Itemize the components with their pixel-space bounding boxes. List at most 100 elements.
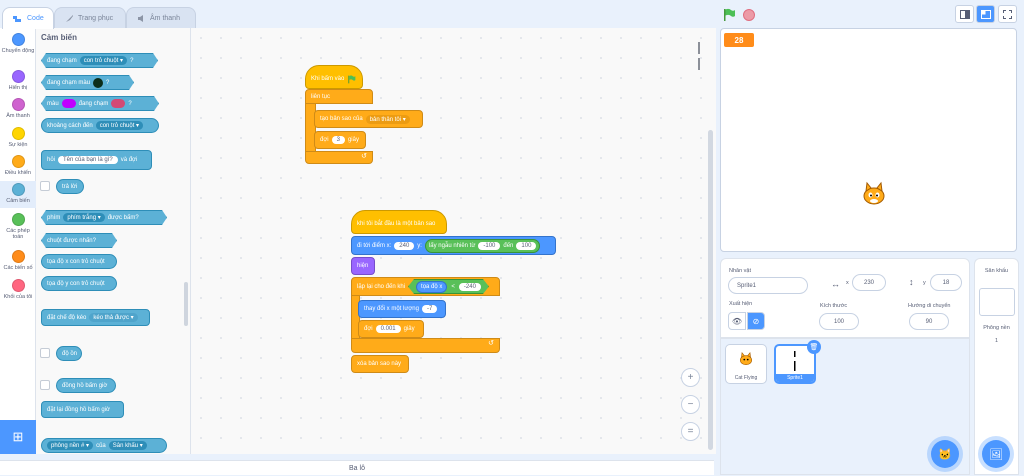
choose-sprite-button[interactable]: 🐱 <box>931 440 959 468</box>
block-touching[interactable]: đang chạm con trỏ chuột ▾ ? <box>41 53 158 68</box>
add-extension-button[interactable]: ⊞ <box>0 420 36 454</box>
color-swatch[interactable] <box>111 99 125 108</box>
drag-menu[interactable]: kéo thả được ▾ <box>89 313 138 322</box>
block-goto-xy[interactable]: đi tới điểm x: 240 y: lấy ngẫu nhiên từ … <box>351 236 556 255</box>
category-operators[interactable]: Các phép toán <box>0 213 36 240</box>
code-workspace[interactable]: Khi bấm vào liên tục tạo bản sao của bản… <box>191 28 716 454</box>
category-sound[interactable]: Âm thanh <box>0 98 36 119</box>
y-arrows-icon: ↕ <box>909 277 914 287</box>
block-ask[interactable]: hỏi Tên của bạn là gì? và đợi <box>41 150 152 170</box>
block-text: tạo bản sao của <box>320 116 363 122</box>
random-from-input[interactable]: -100 <box>478 241 501 250</box>
block-wait-2[interactable]: đợi 0.001 giây <box>358 320 424 338</box>
block-answer[interactable]: trả lời <box>56 179 84 194</box>
block-change-x[interactable]: thay đổi x một lượng -7 <box>358 300 446 318</box>
category-sound-dot <box>11 98 25 111</box>
show-sprite-button[interactable]: 👁 <box>728 312 746 330</box>
dropdown-label: phông nền # <box>51 443 85 449</box>
block-text: tọa độ y con trỏ chuột <box>47 280 105 287</box>
wait-input[interactable]: 3 <box>331 136 345 144</box>
timer-checkbox[interactable] <box>40 380 50 390</box>
palette-scrollbar[interactable] <box>184 282 188 326</box>
color-swatch[interactable] <box>93 78 103 88</box>
category-sensing[interactable]: Cảm biến <box>0 181 36 208</box>
tab-costumes[interactable]: Trang phục <box>54 7 126 28</box>
green-flag-icon[interactable] <box>722 8 736 22</box>
size-input[interactable]: 100 <box>819 313 859 330</box>
y-input[interactable]: 18 <box>930 274 962 291</box>
normal-stage-button[interactable] <box>976 5 995 23</box>
x-input[interactable]: 240 <box>394 241 415 250</box>
answer-checkbox[interactable] <box>40 181 50 191</box>
key-menu[interactable]: phím trắng ▾ <box>63 213 104 222</box>
add-extension-icon: ⊞ <box>12 429 24 444</box>
block-pick-random[interactable]: lấy ngẫu nhiên từ -100 đến 100 <box>424 238 541 253</box>
block-wait[interactable]: đợi 3 giây <box>314 131 366 149</box>
block-text: đến <box>503 242 514 249</box>
block-distance[interactable]: khoảng cách đến con trỏ chuột ▾ <box>41 118 159 133</box>
choose-backdrop-button[interactable]: 🖼 <box>982 440 1010 468</box>
block-x-position[interactable]: tọa độ x <box>416 281 447 293</box>
loudness-checkbox[interactable] <box>40 348 50 358</box>
block-reset-timer[interactable]: đặt lại đồng hồ bấm giờ <box>41 401 124 418</box>
workspace-scrollbar[interactable] <box>708 130 713 450</box>
block-mouse-x[interactable]: tọa độ x con trỏ chuột <box>41 254 117 269</box>
target-menu[interactable]: Sân khấu ▾ <box>108 441 147 450</box>
block-forever[interactable]: liên tục <box>305 89 373 104</box>
touching-menu[interactable]: con trỏ chuột ▾ <box>80 56 127 65</box>
show-label: Xuất hiện <box>729 301 753 307</box>
category-control[interactable]: Điều khiển <box>0 155 36 176</box>
stage[interactable] <box>720 28 1017 252</box>
category-myblocks[interactable]: Khối của tôi <box>0 279 36 300</box>
small-stage-button[interactable] <box>955 5 974 23</box>
random-to-input[interactable]: 100 <box>516 241 537 250</box>
compare-input[interactable]: -240 <box>459 283 481 291</box>
block-delete-clone[interactable]: xóa bản sao này <box>351 355 409 373</box>
category-looks[interactable]: Hiển thị <box>0 70 36 91</box>
direction-input[interactable]: 90 <box>909 313 949 330</box>
change-x-input[interactable]: -7 <box>421 305 438 313</box>
category-label: Cảm biến <box>6 198 30 204</box>
clone-menu[interactable]: bản thân tôi ▾ <box>365 114 410 124</box>
x-input[interactable]: 230 <box>852 274 886 291</box>
block-when-start-as-clone[interactable]: khi tôi bắt đầu là một bản sao <box>351 210 447 234</box>
category-motion[interactable]: Chuyển động <box>0 33 36 54</box>
block-key-pressed[interactable]: phím phím trắng ▾ được bấm? <box>41 210 167 225</box>
block-timer[interactable]: đồng hồ bấm giờ <box>56 378 116 393</box>
zoom-reset-button[interactable]: = <box>681 422 700 441</box>
category-events[interactable]: Sự kiện <box>0 127 36 148</box>
block-loudness[interactable]: độ ồn <box>56 346 82 361</box>
category-variables[interactable]: Các biến số <box>0 250 36 271</box>
property-menu[interactable]: phông nền # ▾ <box>47 441 94 450</box>
category-menu: Chuyển động Hiển thị Âm thanh Sự kiện Đi… <box>0 28 36 420</box>
backpack[interactable]: Ba lô <box>0 460 714 475</box>
block-create-clone[interactable]: tạo bản sao của bản thân tôi ▾ <box>314 110 423 128</box>
zoom-out-button[interactable]: − <box>681 395 700 414</box>
cat-sprite[interactable] <box>860 180 888 208</box>
variable-monitor: 28 <box>724 33 754 47</box>
block-mouse-down[interactable]: chuột được nhấn? <box>41 233 117 248</box>
backdrop-thumbnail <box>979 288 1015 316</box>
block-repeat-until[interactable]: lặp lại cho đến khi tọa độ x < -240 <box>351 277 500 296</box>
color-swatch[interactable] <box>62 99 76 108</box>
stop-icon[interactable] <box>743 9 755 21</box>
block-drag-mode[interactable]: đặt chế độ kéo kéo thả được ▾ <box>41 309 150 326</box>
block-less-than[interactable]: tọa độ x < -240 <box>408 279 489 294</box>
ask-input[interactable]: Tên của bạn là gì? <box>58 156 118 164</box>
fullscreen-button[interactable] <box>998 5 1017 23</box>
block-touching-color[interactable]: đang chạm màu ? <box>41 75 134 90</box>
zoom-in-button[interactable]: + <box>681 368 700 387</box>
tab-sounds[interactable]: Âm thanh <box>126 7 196 28</box>
sprite-tile[interactable]: Cat Flying <box>725 344 767 384</box>
sprite-name-input[interactable]: Sprite1 <box>728 277 808 294</box>
hide-sprite-button[interactable]: ⊘ <box>747 312 765 330</box>
block-color-touching[interactable]: màu đang chạm ? <box>41 96 159 111</box>
distance-menu[interactable]: con trỏ chuột ▾ <box>95 121 144 130</box>
block-when-flag-clicked[interactable]: Khi bấm vào <box>305 65 363 89</box>
wait-input[interactable]: 0.001 <box>375 325 401 333</box>
block-mouse-y[interactable]: tọa độ y con trỏ chuột <box>41 276 117 291</box>
block-backdrop-of[interactable]: phông nền # ▾ của Sân khấu ▾ <box>41 438 167 453</box>
tab-code[interactable]: Code <box>2 7 54 29</box>
delete-sprite-button[interactable]: 🗑 <box>807 340 821 354</box>
block-show[interactable]: hiện <box>351 257 375 275</box>
